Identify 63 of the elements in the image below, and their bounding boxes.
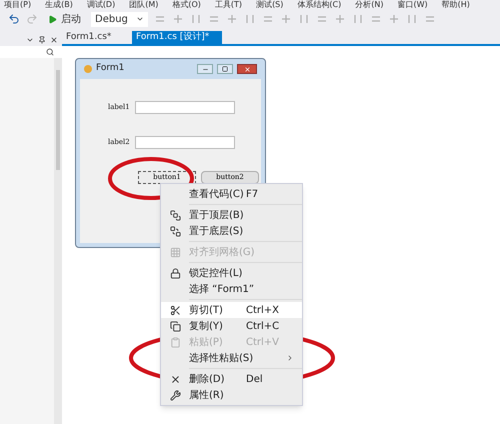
window-title: Form1 <box>96 62 124 76</box>
menu-bar-item[interactable]: 项目(P) <box>4 1 32 9</box>
menu-bar-item[interactable]: 帮助(H) <box>442 1 470 9</box>
minimize-button[interactable] <box>197 64 213 74</box>
caret-icon <box>136 15 144 23</box>
grid-icon <box>170 246 180 258</box>
menu-item[interactable]: 锁定控件(L) <box>161 265 302 281</box>
redo-icon[interactable] <box>26 13 38 25</box>
search-icon <box>46 48 54 56</box>
menu-bar-item[interactable]: 体系结构(C) <box>297 1 342 9</box>
menu-item[interactable]: 删除(D) Del <box>161 371 302 387</box>
copy-icon <box>170 320 180 332</box>
menu-item[interactable]: 查看代码(C) F7 <box>161 186 302 202</box>
menu-item[interactable]: 属性(R) <box>161 387 302 403</box>
close-button[interactable] <box>237 64 257 74</box>
menu-item[interactable]: 剪切(T) Ctrl+X <box>161 302 302 318</box>
form-app-icon <box>84 65 92 73</box>
layout-icon[interactable] <box>280 13 292 25</box>
wrench-icon <box>170 390 180 400</box>
menu-bar-item[interactable]: 测试(S) <box>256 1 284 9</box>
layout-icon[interactable] <box>226 13 238 25</box>
bring-front-icon <box>170 210 180 220</box>
menu-bar-item[interactable]: 生成(B) <box>45 1 73 9</box>
menu-item[interactable]: 选择 “Form1” <box>161 281 302 297</box>
menu-bar-item[interactable]: 分析(N) <box>355 1 384 9</box>
clipboard-icon <box>170 336 180 348</box>
scrollbar[interactable] <box>54 58 62 424</box>
search-field[interactable] <box>0 46 62 58</box>
undo-icon[interactable] <box>8 13 20 25</box>
close-icon <box>244 66 250 72</box>
menu-bar-item[interactable]: 团队(M) <box>129 1 158 9</box>
menu-bar-item[interactable]: 调试(D) <box>86 1 116 9</box>
close-icon <box>170 374 180 384</box>
text-box[interactable] <box>135 136 235 149</box>
layout-icon[interactable] <box>406 13 418 25</box>
layout-icon[interactable] <box>352 13 364 25</box>
start-button[interactable]: 启动 <box>44 12 85 26</box>
play-icon <box>48 14 57 24</box>
document-tab[interactable]: Form1.cs* <box>62 31 132 44</box>
maximize-icon <box>222 66 228 72</box>
layout-icon[interactable] <box>244 13 256 25</box>
menu-bar-item[interactable]: 格式(O) <box>172 1 201 9</box>
maximize-button[interactable] <box>217 64 233 74</box>
layout-icon[interactable] <box>190 13 202 25</box>
layout-icon[interactable] <box>298 13 310 25</box>
document-tab[interactable]: Form1.cs [设计]* <box>132 31 222 44</box>
pin-icon[interactable] <box>38 36 46 44</box>
layout-icon[interactable] <box>334 13 346 25</box>
menu-item[interactable]: 选择性粘贴(S) <box>161 350 302 366</box>
dropdown-icon[interactable] <box>26 36 34 44</box>
layout-icon[interactable] <box>172 13 184 25</box>
menu-item[interactable]: 复制(Y) Ctrl+C <box>161 318 302 334</box>
menu-item[interactable]: 置于底层(S) <box>161 223 302 239</box>
close-icon[interactable] <box>50 36 58 44</box>
menu-bar-item[interactable]: 工具(T) <box>214 1 242 9</box>
menu-item[interactable]: 置于顶层(B) <box>161 207 302 223</box>
scissors-icon <box>170 304 180 316</box>
lock-icon <box>170 268 180 278</box>
menu-bar-item[interactable]: 窗口(W) <box>397 1 428 9</box>
send-back-icon <box>170 226 180 236</box>
configuration-dropdown[interactable]: Debug <box>91 12 148 26</box>
text-box[interactable] <box>135 101 235 114</box>
layout-icon[interactable] <box>388 13 400 25</box>
